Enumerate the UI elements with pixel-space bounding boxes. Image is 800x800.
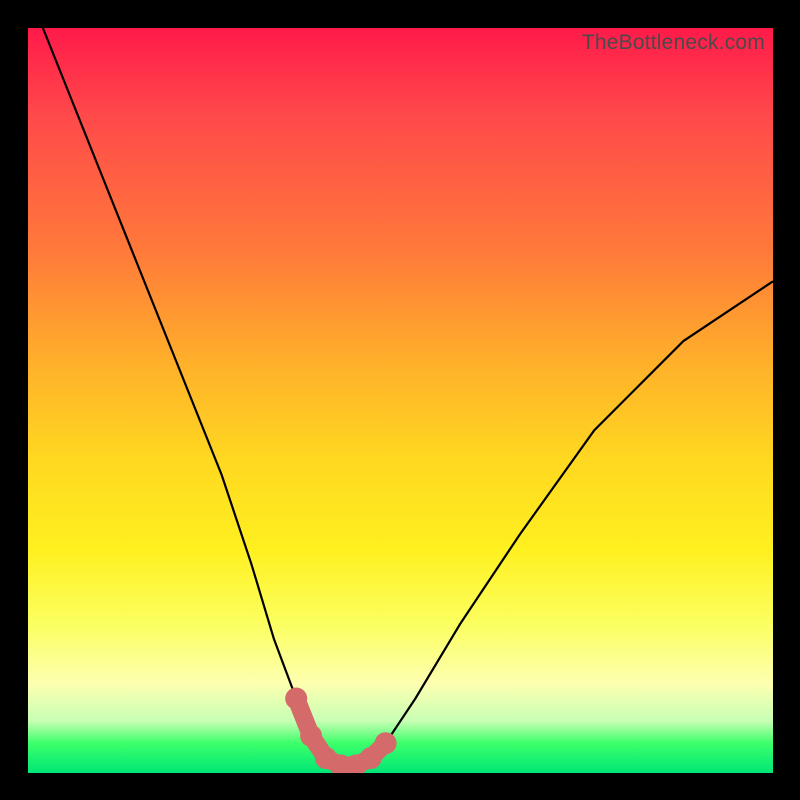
highlight-dot [375,732,397,754]
highlight-dot [285,688,307,710]
highlight-dots [285,688,396,774]
plot-area: TheBottleneck.com [28,28,773,773]
highlight-dot [300,725,322,747]
chart-frame: TheBottleneck.com [0,0,800,800]
bottleneck-curve [43,28,773,766]
curve-svg [28,28,773,773]
